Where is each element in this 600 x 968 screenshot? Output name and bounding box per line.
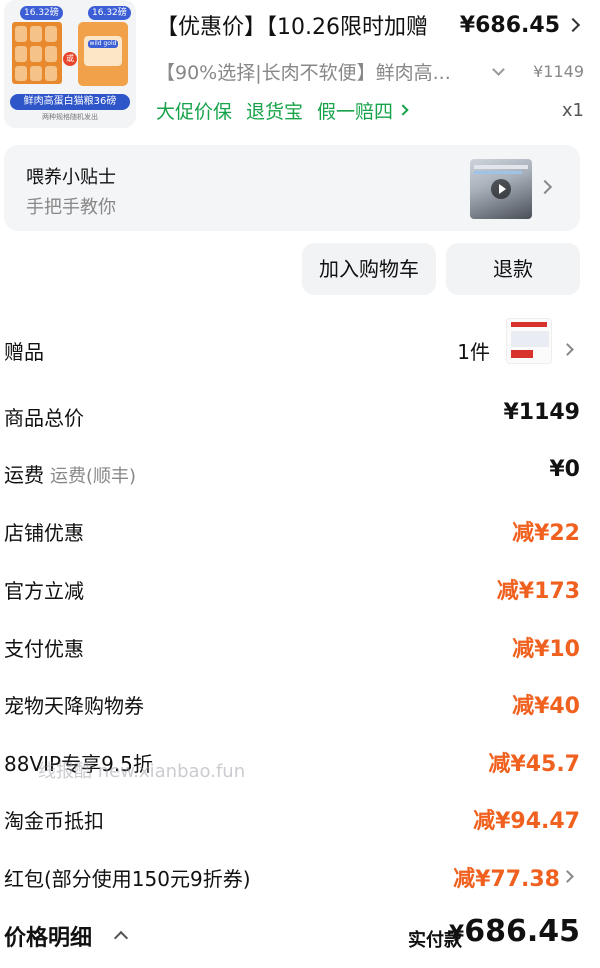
row-label: 宠物天降购物券 (4, 694, 144, 718)
shop-discount-row: 店铺优惠 减¥22 (0, 511, 600, 551)
chevron-right-icon (561, 343, 574, 356)
tips-subtitle: 手把手教你 (26, 197, 116, 218)
package-tile (15, 26, 27, 42)
shipping-method: 运费(顺丰) (50, 466, 137, 487)
gift-thumb-part (511, 331, 549, 347)
product-image-subtext: 两种规格随机发出 (42, 113, 98, 121)
row-label: 商品总价 (4, 406, 84, 430)
sku-original-price: ¥1149 (533, 61, 584, 81)
product-banner: 鲜肉高蛋白猫粮36磅 (10, 94, 130, 110)
tag-price-protection: 大促价保 (156, 100, 233, 123)
row-label: 官方立减 (4, 579, 84, 603)
paid-amount: ¥686.45 (449, 914, 580, 949)
chevron-up-icon[interactable] (113, 930, 129, 946)
play-icon (491, 179, 511, 199)
product-title: 【优惠价】【10.26限时加赠 (156, 15, 428, 40)
chevron-right-icon (561, 870, 574, 883)
total-price-row: 商品总价 ¥1149 (0, 396, 600, 436)
discount-value: 减¥40 (512, 694, 580, 719)
chevron-down-icon (492, 62, 505, 76)
package-tile (45, 26, 57, 42)
chevron-right-icon (537, 179, 553, 195)
discount-value: 减¥173 (496, 579, 580, 604)
feeding-tips-card[interactable]: 喂养小贴士 手把手教你 (4, 145, 580, 231)
product-price: ¥686.45 (459, 12, 560, 38)
tips-video-thumbnail[interactable] (470, 159, 532, 219)
paid-value: 686.45 (464, 914, 580, 949)
discount-value: 减¥10 (512, 637, 580, 662)
discount-value: 减¥22 (512, 521, 580, 546)
coins-deduction-row: 淘金币抵扣 减¥94.47 (0, 799, 600, 839)
add-to-cart-button[interactable]: 加入购物车 (302, 243, 436, 295)
price-detail-toggle[interactable]: 价格明细 (4, 920, 92, 952)
currency-symbol: ¥ (448, 922, 465, 947)
row-label: 支付优惠 (4, 637, 84, 661)
payment-discount-row: 支付优惠 减¥10 (0, 627, 600, 667)
tips-title: 喂养小贴士 (26, 167, 116, 188)
package-tile (45, 46, 57, 62)
price-detail-footer: 价格明细 实付款 ¥686.45 (0, 912, 600, 962)
row-label: 红包(部分使用150元9折券) (4, 867, 251, 891)
product-thumbnail[interactable]: wild gold 16.32磅 16.32磅 或 鲜肉高蛋白猫粮36磅 两种规… (4, 0, 136, 128)
tag-fake-compensation: 假一赔四 (317, 100, 394, 123)
package-tile (30, 66, 42, 81)
gift-label: 赠品 (4, 340, 44, 364)
watermark: 线报酷 new.xianbao.fun (38, 761, 246, 782)
order-product-item[interactable]: wild gold 16.32磅 16.32磅 或 鲜肉高蛋白猫粮36磅 两种规… (0, 0, 600, 140)
service-tags[interactable]: 大促价保 退货宝 假一赔四 x1 (156, 96, 584, 124)
chevron-right-icon (565, 17, 581, 33)
row-label: 店铺优惠 (4, 521, 84, 545)
video-thumb-stripe (474, 171, 522, 174)
package-tile (30, 46, 42, 62)
row-label: 运费 运费(顺丰) (4, 459, 136, 488)
sku-selector[interactable]: 【90%选择|长肉不软便】鲜肉高... ¥1149 (156, 56, 584, 86)
sku-text: 【90%选择|长肉不软便】鲜肉高... (156, 61, 451, 84)
or-badge: 或 (63, 52, 77, 66)
pet-coupon-row: 宠物天降购物券 减¥40 (0, 684, 600, 724)
package-tile (45, 66, 57, 81)
video-thumb-stripe (474, 165, 528, 169)
package-tile (30, 26, 42, 42)
row-label: 淘金币抵扣 (4, 809, 104, 833)
chevron-right-icon (397, 104, 409, 116)
shipping-row: 运费 运费(顺丰) ¥0 (0, 453, 600, 493)
red-packet-row[interactable]: 红包(部分使用150元9折券) 减¥77.38 (0, 857, 600, 897)
weight-badge-right: 16.32磅 (88, 6, 131, 20)
discount-value: 减¥77.38 (453, 867, 560, 892)
gift-count: 1件 (457, 340, 490, 364)
refund-button[interactable]: 退款 (446, 243, 580, 295)
product-quantity: x1 (561, 99, 584, 121)
shipping-label: 运费 (4, 463, 44, 487)
row-value: ¥0 (549, 457, 580, 482)
row-value: ¥1149 (503, 400, 580, 425)
gift-row[interactable]: 赠品 1件 (0, 318, 600, 370)
brand-label: wild gold (88, 40, 118, 48)
discount-value: 减¥94.47 (473, 809, 580, 834)
official-discount-row: 官方立减 减¥173 (0, 569, 600, 609)
gift-thumb-part (511, 322, 547, 327)
product-title-row[interactable]: 【优惠价】【10.26限时加赠 ¥686.45 (156, 8, 584, 42)
tag-return-insurance: 退货宝 (246, 100, 304, 123)
package-tile (15, 46, 27, 62)
discount-value: 减¥45.7 (488, 752, 580, 777)
gift-thumbnail (506, 318, 552, 364)
gift-thumb-part (511, 350, 533, 358)
weight-badge-left: 16.32磅 (20, 6, 63, 20)
package-tile (15, 66, 27, 81)
